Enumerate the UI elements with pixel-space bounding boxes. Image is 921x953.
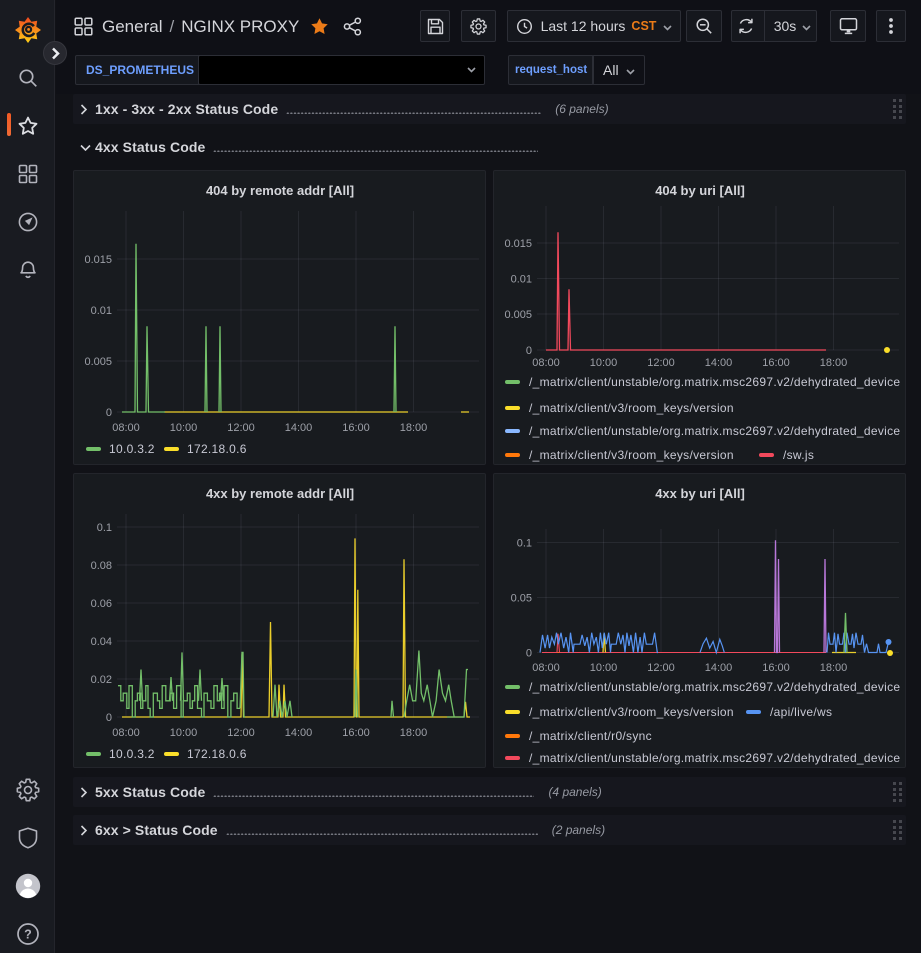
svg-text:0.06: 0.06 bbox=[91, 598, 112, 610]
svg-text:0: 0 bbox=[106, 712, 112, 724]
svg-text:08:00: 08:00 bbox=[112, 727, 140, 739]
svg-text:/_matrix/client/v3/room_keys/v: /_matrix/client/v3/room_keys/version bbox=[529, 401, 734, 415]
svg-text:18:00: 18:00 bbox=[820, 662, 848, 674]
svg-text:/_matrix/client/unstable/org.m: /_matrix/client/unstable/org.matrix.msc2… bbox=[529, 751, 900, 765]
svg-text:404 by uri [All]: 404 by uri [All] bbox=[655, 183, 745, 198]
svg-text:4xx by uri [All]: 4xx by uri [All] bbox=[655, 486, 745, 501]
svg-text:10:00: 10:00 bbox=[170, 422, 198, 434]
svg-text:0.015: 0.015 bbox=[84, 254, 112, 266]
svg-text:10:00: 10:00 bbox=[170, 727, 198, 739]
svg-text:14:00: 14:00 bbox=[285, 422, 313, 434]
svg-text:18:00: 18:00 bbox=[400, 422, 428, 434]
svg-text:08:00: 08:00 bbox=[112, 422, 140, 434]
svg-text:10.0.3.2: 10.0.3.2 bbox=[109, 442, 155, 456]
svg-text:18:00: 18:00 bbox=[820, 357, 848, 369]
svg-text:/api/live/ws: /api/live/ws bbox=[770, 705, 832, 719]
svg-text:14:00: 14:00 bbox=[705, 357, 733, 369]
svg-text:08:00: 08:00 bbox=[532, 662, 560, 674]
svg-text:12:00: 12:00 bbox=[647, 662, 675, 674]
svg-text:10.0.3.2: 10.0.3.2 bbox=[109, 747, 155, 761]
svg-text:/_matrix/client/v3/room_keys/v: /_matrix/client/v3/room_keys/version bbox=[529, 705, 734, 719]
svg-text:/_matrix/client/unstable/org.m: /_matrix/client/unstable/org.matrix.msc2… bbox=[529, 375, 900, 389]
svg-text:/_matrix/client/v3/room_keys/v: /_matrix/client/v3/room_keys/version bbox=[529, 448, 734, 462]
svg-text:0: 0 bbox=[526, 345, 532, 357]
svg-text:10:00: 10:00 bbox=[590, 357, 618, 369]
svg-text:0.08: 0.08 bbox=[91, 560, 112, 572]
svg-text:0.01: 0.01 bbox=[91, 305, 112, 317]
svg-text:0.005: 0.005 bbox=[504, 309, 532, 321]
svg-text:16:00: 16:00 bbox=[342, 727, 370, 739]
svg-text:?: ? bbox=[24, 927, 32, 941]
svg-text:404 by remote addr [All]: 404 by remote addr [All] bbox=[206, 183, 354, 198]
svg-text:/_matrix/client/r0/sync: /_matrix/client/r0/sync bbox=[529, 729, 652, 743]
svg-text:10:00: 10:00 bbox=[590, 662, 618, 674]
svg-text:08:00: 08:00 bbox=[532, 357, 560, 369]
svg-text:172.18.0.6: 172.18.0.6 bbox=[187, 747, 247, 761]
svg-text:0.02: 0.02 bbox=[91, 674, 112, 686]
svg-text:16:00: 16:00 bbox=[342, 422, 370, 434]
svg-text:0.01: 0.01 bbox=[511, 274, 532, 286]
svg-text:172.18.0.6: 172.18.0.6 bbox=[187, 442, 247, 456]
svg-text:12:00: 12:00 bbox=[227, 422, 255, 434]
svg-text:14:00: 14:00 bbox=[285, 727, 313, 739]
svg-text:16:00: 16:00 bbox=[762, 357, 790, 369]
svg-text:0.04: 0.04 bbox=[91, 636, 112, 648]
svg-text:0.05: 0.05 bbox=[511, 593, 532, 605]
svg-text:/_matrix/client/unstable/org.m: /_matrix/client/unstable/org.matrix.msc2… bbox=[529, 680, 900, 694]
svg-text:/_matrix/client/unstable/org.m: /_matrix/client/unstable/org.matrix.msc2… bbox=[529, 424, 900, 438]
svg-text:12:00: 12:00 bbox=[227, 727, 255, 739]
svg-text:4xx by remote addr [All]: 4xx by remote addr [All] bbox=[206, 486, 354, 501]
svg-text:0: 0 bbox=[106, 407, 112, 419]
svg-text:16:00: 16:00 bbox=[762, 662, 790, 674]
svg-text:0.015: 0.015 bbox=[504, 238, 532, 250]
svg-text:18:00: 18:00 bbox=[400, 727, 428, 739]
svg-text:/sw.js: /sw.js bbox=[783, 448, 814, 462]
svg-text:12:00: 12:00 bbox=[647, 357, 675, 369]
svg-text:0.1: 0.1 bbox=[517, 538, 532, 550]
svg-text:0.1: 0.1 bbox=[97, 522, 112, 534]
svg-text:14:00: 14:00 bbox=[705, 662, 733, 674]
svg-text:0: 0 bbox=[526, 648, 532, 660]
svg-text:0.005: 0.005 bbox=[84, 356, 112, 368]
